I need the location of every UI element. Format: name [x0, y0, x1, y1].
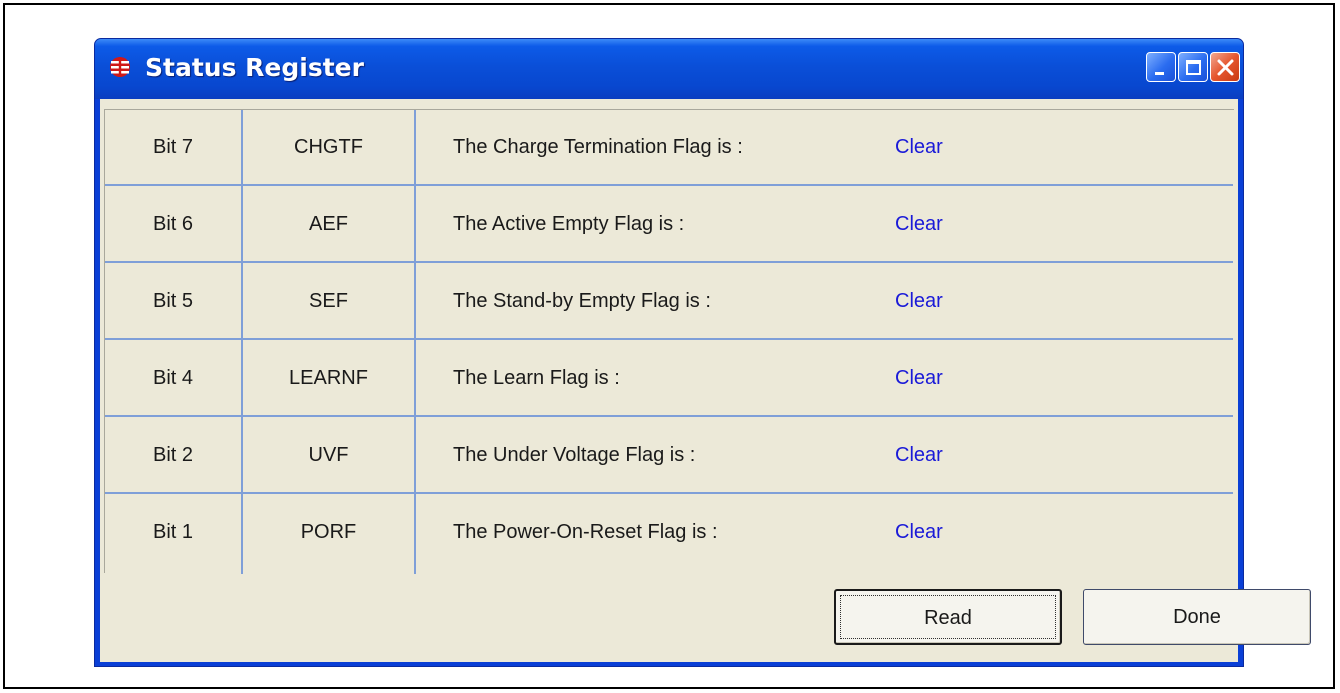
status-row-bit4: Bit 4 LEARNF The Learn Flag is : Clear	[105, 341, 1233, 417]
close-button[interactable]	[1210, 52, 1240, 82]
window-client-area: Bit 7 CHGTF The Charge Termination Flag …	[100, 99, 1238, 662]
status-row-bit1: Bit 1 PORF The Power-On-Reset Flag is : …	[105, 495, 1233, 571]
status-row-bit7: Bit 7 CHGTF The Charge Termination Flag …	[105, 110, 1233, 186]
flag-name: AEF	[309, 213, 348, 235]
close-icon	[1217, 59, 1234, 76]
done-button-label: Done	[1173, 606, 1221, 628]
flag-name: CHGTF	[294, 136, 363, 158]
flag-description: The Learn Flag is :	[453, 367, 620, 389]
status-row-bit5: Bit 5 SEF The Stand-by Empty Flag is : C…	[105, 264, 1233, 340]
bit-label: Bit 7	[152, 136, 194, 158]
done-button[interactable]: Done	[1083, 589, 1311, 645]
flag-description: The Stand-by Empty Flag is :	[453, 290, 711, 312]
maximize-icon	[1186, 60, 1201, 75]
flag-description: The Power-On-Reset Flag is :	[453, 521, 718, 543]
bit-label: Bit 5	[152, 290, 194, 312]
status-register-window: Status Register Bit 7 CHGTF The Charge T…	[94, 38, 1311, 667]
flag-name: PORF	[300, 521, 357, 543]
minimize-button[interactable]	[1146, 52, 1176, 82]
bit-label: Bit 4	[152, 367, 194, 389]
status-row-bit2: Bit 2 UVF The Under Voltage Flag is : Cl…	[105, 418, 1233, 494]
status-grid: Bit 7 CHGTF The Charge Termination Flag …	[104, 109, 1234, 574]
flag-status: Clear	[895, 444, 943, 466]
read-button[interactable]: Read	[834, 589, 1062, 645]
flag-description: The Under Voltage Flag is :	[453, 444, 696, 466]
flag-name: UVF	[308, 444, 349, 466]
title-bar[interactable]: Status Register	[95, 39, 1243, 99]
status-row-bit6: Bit 6 AEF The Active Empty Flag is : Cle…	[105, 187, 1233, 263]
flag-status: Clear	[895, 521, 943, 543]
window-title: Status Register	[145, 53, 364, 82]
flag-status: Clear	[895, 367, 943, 389]
focus-ring	[840, 595, 1056, 639]
flag-status: Clear	[895, 136, 943, 158]
flag-status: Clear	[895, 213, 943, 235]
flag-description: The Charge Termination Flag is :	[453, 136, 743, 158]
flag-description: The Active Empty Flag is :	[453, 213, 685, 235]
bit-label: Bit 2	[152, 444, 194, 466]
minimize-icon	[1155, 72, 1164, 75]
flag-status: Clear	[895, 290, 943, 312]
flag-name: LEARNF	[289, 367, 368, 389]
bit-label: Bit 1	[152, 521, 194, 543]
bit-label: Bit 6	[152, 213, 194, 235]
flag-name: SEF	[309, 290, 348, 312]
maximize-button[interactable]	[1178, 52, 1208, 82]
app-logo-icon	[109, 56, 131, 78]
